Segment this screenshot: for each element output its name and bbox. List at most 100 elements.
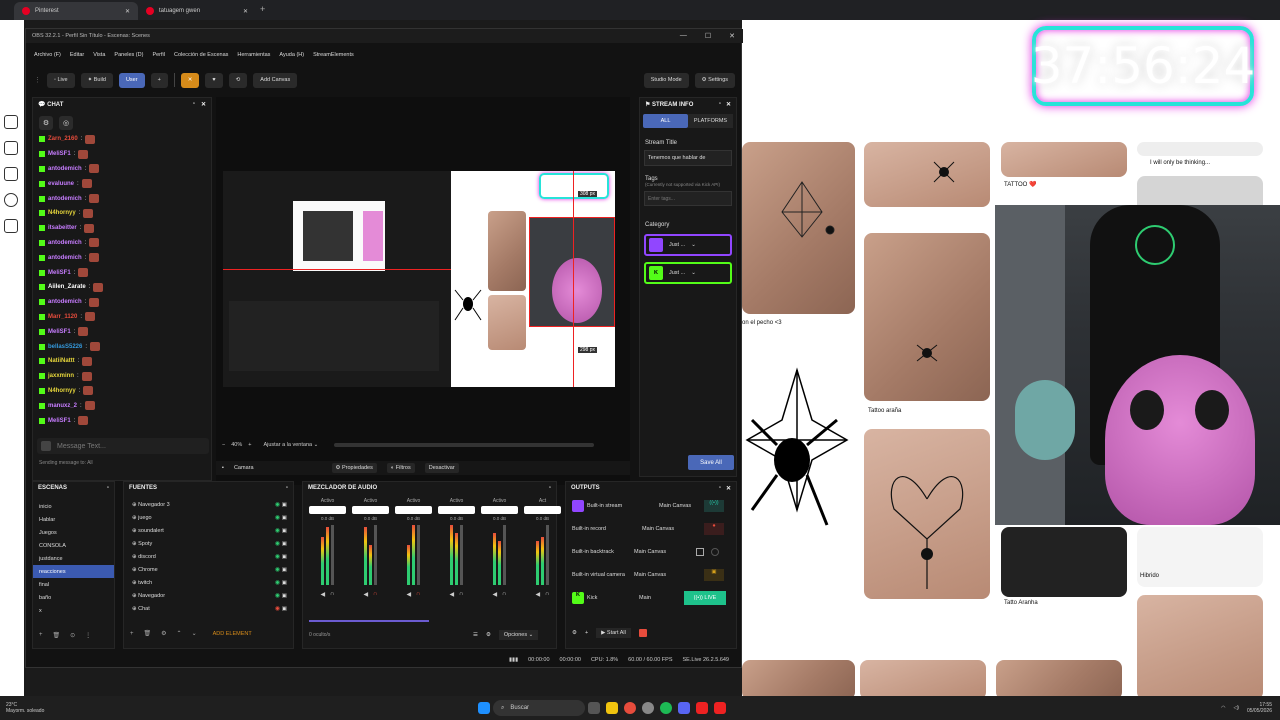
headphones-icon[interactable]: ∩ bbox=[373, 591, 377, 598]
backtrack-save-icon[interactable] bbox=[711, 547, 719, 556]
refresh-icon[interactable]: ⟲ bbox=[228, 72, 248, 88]
kick-live-button[interactable]: ((•)) LIVE bbox=[684, 590, 726, 605]
taskbar-clock[interactable]: 17:55 05/05/2026 bbox=[1247, 702, 1272, 714]
visibility-icon[interactable]: ◉ bbox=[275, 502, 282, 508]
properties-button[interactable]: ⚙ Propiedades bbox=[331, 463, 377, 473]
float-icon[interactable]: ▫ bbox=[719, 485, 721, 492]
add-canvas-button[interactable]: Add Canvas bbox=[253, 72, 298, 88]
browser-tab[interactable]: tatuagem gwen ✕ bbox=[138, 2, 256, 20]
scene-item[interactable]: final bbox=[33, 578, 114, 591]
volume-fader[interactable] bbox=[503, 525, 506, 585]
mixer-scrollbar[interactable] bbox=[309, 620, 429, 622]
lock-icon[interactable]: ▣ bbox=[282, 606, 287, 612]
preview-canvas[interactable]: 37:56:24 308 px 298 px bbox=[223, 171, 615, 387]
volume-icon[interactable]: ◁) bbox=[1233, 705, 1239, 711]
chat-username[interactable]: manuxz_2 bbox=[48, 403, 77, 409]
gear-icon[interactable]: ⚙ bbox=[486, 632, 491, 638]
visibility-icon[interactable]: ◉ bbox=[275, 554, 282, 560]
scene-item[interactable]: inicio bbox=[33, 500, 114, 513]
source-item[interactable]: ⊕ twitch ◉ ▣ bbox=[124, 576, 293, 589]
menu-editar[interactable]: Editar bbox=[70, 52, 84, 58]
gear-icon[interactable]: ⚙ bbox=[572, 630, 577, 636]
move-down-button[interactable]: ⌄ bbox=[192, 630, 197, 637]
obs-icon[interactable] bbox=[642, 702, 654, 714]
speaker-icon[interactable]: ◀ bbox=[407, 591, 412, 598]
menu-coleccion[interactable]: Colección de Escenas bbox=[174, 52, 228, 58]
source-item[interactable]: ⊕ Spoty ◉ ▣ bbox=[124, 537, 293, 550]
pin-image[interactable] bbox=[860, 660, 986, 700]
scene-item[interactable]: CONSOLA bbox=[33, 539, 114, 552]
preview-scrollbar[interactable] bbox=[334, 443, 595, 447]
more-icon[interactable]: ⋮ bbox=[85, 632, 91, 639]
chat-username[interactable]: antodemich bbox=[48, 196, 82, 202]
channel-name-bar[interactable] bbox=[395, 506, 432, 514]
lock-icon[interactable]: ▣ bbox=[282, 567, 287, 573]
fit-dropdown[interactable]: Ajustar a la ventana ⌄ bbox=[263, 442, 318, 448]
weather-widget[interactable]: 23°C Mayorm. soleado bbox=[0, 702, 120, 714]
menu-archivo[interactable]: Archivo (F) bbox=[34, 52, 61, 58]
board-icon[interactable] bbox=[4, 167, 18, 181]
volume-fader[interactable] bbox=[374, 525, 377, 585]
pin-image[interactable] bbox=[742, 142, 855, 314]
channel-name-bar[interactable] bbox=[352, 506, 389, 514]
delete-source-button[interactable]: 🗑 bbox=[144, 630, 152, 637]
close-icon[interactable]: ✕ bbox=[726, 101, 731, 108]
start-all-button[interactable]: ▶ Start All bbox=[596, 628, 631, 638]
app-icon[interactable] bbox=[696, 702, 708, 714]
settings-button[interactable]: ⚙ Settings bbox=[694, 72, 735, 88]
explore-icon[interactable] bbox=[4, 141, 18, 155]
scene-item[interactable]: x bbox=[33, 604, 114, 617]
chat-username[interactable]: bellasS5226 bbox=[48, 344, 82, 350]
headphones-icon[interactable]: ∩ bbox=[459, 591, 463, 598]
visibility-icon[interactable]: ◉ bbox=[275, 567, 282, 573]
deactivate-button[interactable]: Desactivar bbox=[424, 463, 459, 473]
channel-name-bar[interactable] bbox=[309, 506, 346, 514]
visibility-icon[interactable]: ◉ bbox=[275, 528, 282, 534]
build-button[interactable]: ✦ Build bbox=[80, 72, 113, 88]
pin-image[interactable] bbox=[1001, 527, 1127, 597]
add-element-button[interactable]: ADD ELEMENT bbox=[213, 631, 252, 637]
chat-username[interactable]: MeliSF1 bbox=[48, 270, 71, 276]
channel-name-bar[interactable] bbox=[524, 506, 561, 514]
headphones-icon[interactable]: ∩ bbox=[416, 591, 420, 598]
source-item[interactable]: ⊕ juego ◉ ▣ bbox=[124, 511, 293, 524]
maximize-icon[interactable]: ☐ bbox=[705, 32, 711, 40]
live-button[interactable]: ◦ Live bbox=[47, 72, 75, 88]
chat-username[interactable]: antodemich bbox=[48, 166, 82, 172]
record-toggle[interactable]: ● bbox=[704, 522, 724, 535]
wifi-icon[interactable]: ◠ bbox=[1221, 705, 1225, 711]
scene-filter-button[interactable]: ⊙ bbox=[70, 632, 75, 639]
chat-username[interactable]: Aiilen_Zarate bbox=[48, 284, 86, 290]
pin-image[interactable] bbox=[996, 660, 1122, 700]
move-up-button[interactable]: ⌃ bbox=[177, 630, 182, 637]
visibility-icon[interactable]: ◉ bbox=[275, 593, 282, 599]
pin-image[interactable] bbox=[864, 233, 990, 401]
chrome-icon[interactable] bbox=[624, 702, 636, 714]
zoom-out-button[interactable]: − bbox=[222, 442, 225, 448]
backtrack-checkbox[interactable] bbox=[696, 547, 704, 556]
add-mode-button[interactable]: + bbox=[150, 72, 168, 88]
chat-username[interactable]: Marr_1120 bbox=[48, 314, 77, 320]
stop-all-button[interactable] bbox=[638, 629, 647, 637]
new-tab-button[interactable]: + bbox=[260, 4, 265, 14]
float-icon[interactable]: ▫ bbox=[193, 101, 195, 108]
file-explorer-icon[interactable] bbox=[606, 702, 618, 714]
home-icon[interactable] bbox=[4, 115, 18, 129]
source-item[interactable]: ⊕ Navegador ◉ ▣ bbox=[124, 589, 293, 602]
stream-toggle[interactable]: ((•)) bbox=[704, 499, 724, 512]
chat-username[interactable]: jaxxminn bbox=[48, 373, 74, 379]
volume-fader[interactable] bbox=[460, 525, 463, 585]
tools-icon[interactable]: ✕ bbox=[180, 72, 200, 88]
chat-username[interactable]: antodemich bbox=[48, 240, 82, 246]
virtual-camera-toggle[interactable]: ▣ bbox=[704, 568, 724, 581]
close-icon[interactable]: ✕ bbox=[726, 485, 731, 492]
speaker-icon[interactable]: ◀ bbox=[493, 591, 498, 598]
float-icon[interactable]: ▫ bbox=[719, 101, 721, 108]
chat-username[interactable]: MeliSF1 bbox=[48, 418, 71, 424]
add-source-button[interactable]: + bbox=[130, 631, 134, 637]
menu-herramientas[interactable]: Herramientas bbox=[237, 52, 270, 58]
gear-icon[interactable]: ⚙ bbox=[39, 116, 53, 130]
menu-ayuda[interactable]: Ayuda (H) bbox=[279, 52, 304, 58]
lock-icon[interactable]: ▣ bbox=[282, 580, 287, 586]
scene-item[interactable]: Juegos bbox=[33, 526, 114, 539]
